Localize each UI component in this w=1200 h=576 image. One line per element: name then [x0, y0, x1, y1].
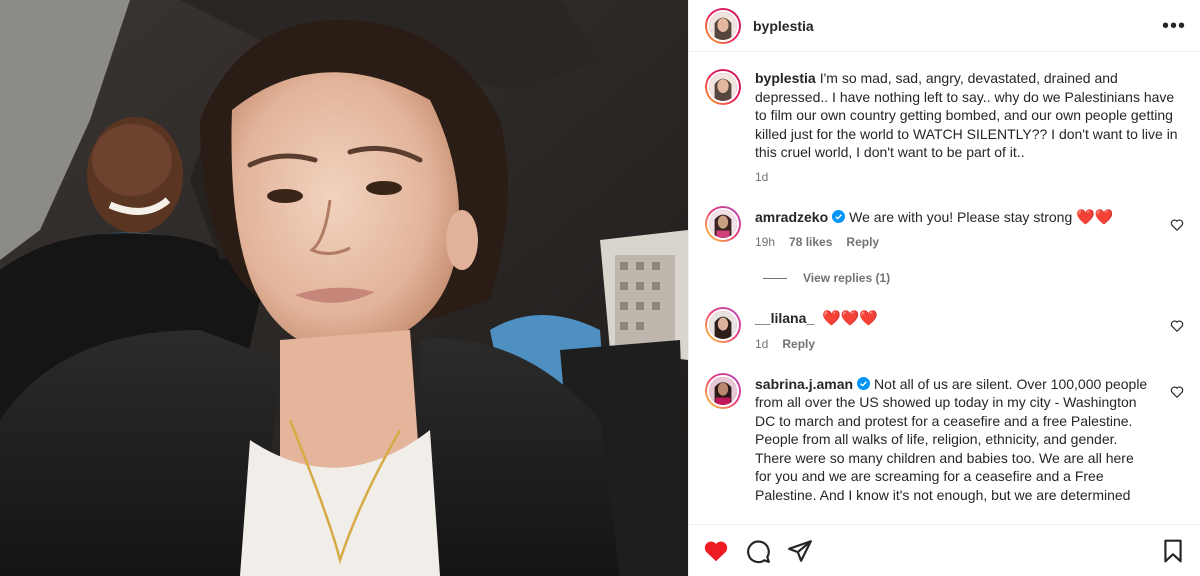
- caption-time[interactable]: 1d: [755, 170, 768, 184]
- verified-badge-icon: [832, 209, 846, 223]
- comment-avatar[interactable]: [705, 372, 741, 409]
- post-modal: byplestia ••• byplestia I'm so mad, sad, …: [0, 0, 1200, 576]
- post-detail-panel: byplestia ••• byplestia I'm so mad, sad, …: [688, 0, 1200, 576]
- caption: byplestia I'm so mad, sad, angry, devasta…: [705, 69, 1184, 184]
- comment-avatar[interactable]: [705, 307, 741, 343]
- comments-list[interactable]: byplestia I'm so mad, sad, angry, devasta…: [689, 53, 1200, 524]
- verified-badge-icon: [857, 376, 871, 390]
- comment-emoji: ❤️❤️: [1076, 208, 1114, 226]
- post-header: byplestia •••: [689, 0, 1200, 52]
- comment-text: Not all of us are silent. Over 100,000 p…: [755, 375, 1148, 503]
- comment-icon[interactable]: [745, 538, 771, 564]
- view-replies-button[interactable]: View replies (1): [763, 271, 1184, 285]
- author-avatar[interactable]: [705, 7, 741, 44]
- comment-item: __lilana_ ❤️❤️❤️ 1d Reply: [705, 307, 1184, 351]
- post-action-bar: [689, 524, 1200, 576]
- post-photo[interactable]: [0, 0, 688, 576]
- comment-item: sabrina.j.aman Not all of us are silent. …: [705, 372, 1184, 505]
- comment-emoji: ❤️❤️❤️: [822, 310, 879, 327]
- author-username[interactable]: byplestia: [753, 18, 814, 34]
- comment-time[interactable]: 19h: [755, 235, 775, 249]
- comment-username[interactable]: __lilana_: [755, 310, 814, 326]
- reply-button[interactable]: Reply: [782, 337, 815, 351]
- selfie-image: [0, 0, 688, 576]
- caption-avatar[interactable]: [705, 69, 741, 105]
- caption-username[interactable]: byplestia: [755, 70, 816, 86]
- like-comment-heart-icon[interactable]: [1170, 218, 1184, 232]
- comment-text: We are with you! Please stay strong: [849, 208, 1073, 225]
- comment-username[interactable]: sabrina.j.aman: [755, 376, 853, 392]
- comment-time[interactable]: 1d: [755, 337, 768, 351]
- reply-button[interactable]: Reply: [846, 235, 879, 249]
- like-heart-icon[interactable]: [703, 538, 729, 564]
- save-bookmark-icon[interactable]: [1160, 538, 1186, 564]
- comment-username[interactable]: amradzeko: [755, 209, 828, 225]
- like-comment-heart-icon[interactable]: [1170, 385, 1184, 399]
- more-options-icon[interactable]: •••: [1162, 16, 1186, 36]
- like-comment-heart-icon[interactable]: [1170, 319, 1184, 333]
- comment-avatar[interactable]: [705, 205, 741, 242]
- comment-item: amradzeko We are with you! Please stay st…: [705, 205, 1184, 249]
- comment-likes[interactable]: 78 likes: [789, 235, 832, 249]
- caption-text: byplestia I'm so mad, sad, angry, devasta…: [755, 70, 1178, 160]
- share-paper-plane-icon[interactable]: [787, 538, 813, 564]
